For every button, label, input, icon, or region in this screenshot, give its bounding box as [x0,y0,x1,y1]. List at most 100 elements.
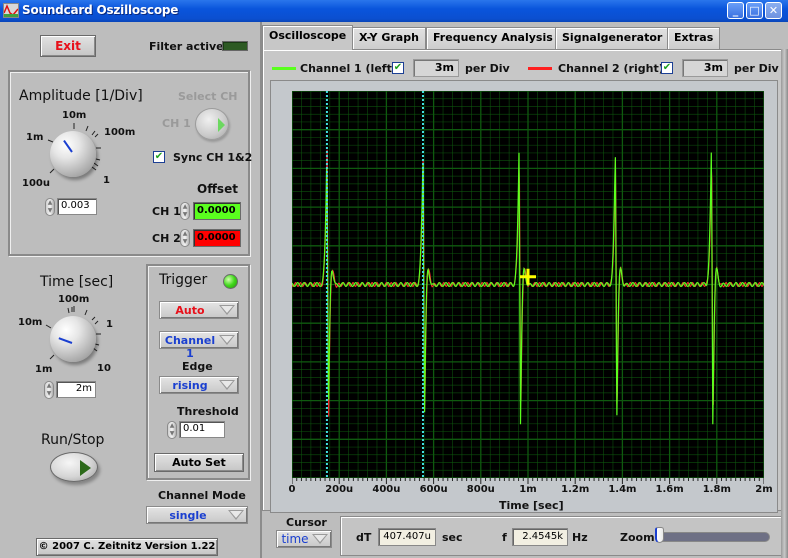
filter-active-label: Filter active [149,40,224,53]
close-icon: ✕ [768,4,779,17]
x-tick-label: 1.4m [608,484,637,495]
cursor-mode-value: time [281,532,309,546]
trigger-edge-value: rising [172,379,208,392]
x-tick-label: 400u [372,484,401,495]
select-ch-label: CH 1 [162,117,191,130]
auto-set-button[interactable]: Auto Set [154,453,244,472]
offset-ch2-label: CH 2 [152,232,181,245]
channel-2-color-swatch [528,67,552,70]
tab-oscilloscope[interactable]: Oscilloscope [262,25,354,50]
trigger-mode-dropdown[interactable]: Auto [159,301,239,319]
x-tick-label: 800u [466,484,495,495]
x-tick-label: 0 [288,484,296,495]
x-axis-label: Time [sec] [499,499,564,512]
time-knob-pointer [58,337,73,344]
offset-ch1-input[interactable]: 0.0000 [193,202,241,220]
channel-1-color-swatch [272,67,296,70]
title-bar: Soundcard Oszilloscope _ □ ✕ [0,0,788,22]
oscilloscope-plot-svg [291,90,765,479]
oscilloscope-plot[interactable] [291,90,765,479]
chevron-down-icon [228,510,244,520]
amplitude-spinner[interactable]: ▲ ▼ [45,198,55,216]
amp-tick-100m: 100m [104,127,136,138]
channel-mode-value: single [169,509,207,522]
app-icon [3,3,19,18]
window-title: Soundcard Oszilloscope [22,3,179,17]
zoom-label: Zoom [620,531,655,544]
channel-mode-dropdown[interactable]: single [146,506,248,524]
amplitude-title: Amplitude [1/Div] [19,88,143,104]
chevron-down-icon [219,380,235,390]
minimize-icon: _ [732,4,739,17]
amplitude-input[interactable]: 0.003 [57,198,97,215]
exit-button[interactable]: Exit [40,35,96,57]
maximize-button[interactable]: □ [746,2,763,19]
cursor-mode-dropdown[interactable]: time [276,530,332,548]
offset-ch2-spinner[interactable]: ▲ ▼ [180,229,190,247]
cursor-label: Cursor [286,516,327,529]
zoom-slider-track[interactable] [655,532,770,542]
run-stop-label: Run/Stop [41,432,105,448]
trigger-channel-dropdown[interactable]: Channel 1 [159,331,239,360]
time-spinner[interactable]: ▲ ▼ [44,381,54,399]
channel-2-per-div-label: per Div [734,62,779,75]
channel-mode-label: Channel Mode [158,489,246,502]
zoom-slider-handle[interactable] [655,527,664,543]
window-right-border [781,49,788,558]
channel-1-per-div[interactable]: 3m [413,59,459,77]
maximize-icon: □ [749,4,760,17]
offset-title: Offset [197,182,238,196]
run-stop-play-icon [80,460,91,476]
time-knob[interactable] [50,316,96,362]
offset-ch1-spinner[interactable]: ▲ ▼ [180,202,190,220]
dt-value: 407.407u [378,528,436,546]
offset-ch2-input[interactable]: 0.0000 [193,229,241,247]
channel-1-label: Channel 1 (left) [300,62,397,75]
chevron-down-icon [219,305,235,315]
channel-2-label: Channel 2 (right) [558,62,664,75]
time-title: Time [sec] [40,274,114,290]
amplitude-knob-pointer [63,139,73,153]
tab-signalgenerator[interactable]: Signalgenerator [555,27,670,49]
copyright-version: © 2007 C. Zeitnitz Version 1.22 [36,538,218,556]
trigger-channel-value: Channel 1 [164,334,216,360]
f-label: f [502,531,507,544]
select-ch-toggle[interactable] [195,108,229,140]
threshold-spinner[interactable]: ▲ ▼ [167,421,177,439]
chevron-down-icon [219,335,235,345]
trigger-title: Trigger [159,272,208,288]
select-ch-play-icon [218,118,225,132]
sync-checkbox[interactable]: ✔ [153,151,165,163]
channel-1-checkbox[interactable]: ✔ [392,62,404,74]
select-ch-title: Select CH [178,90,238,103]
x-tick-label: 1.6m [655,484,684,495]
channel-2-per-div[interactable]: 3m [682,59,728,77]
trigger-edge-dropdown[interactable]: rising [159,376,239,394]
x-tick-label: 600u [419,484,448,495]
x-tick-label: 1.2m [561,484,590,495]
trigger-led [223,274,238,289]
trigger-mode-value: Auto [175,304,205,317]
threshold-input[interactable]: 0.01 [179,421,225,438]
tab-xy-graph[interactable]: X-Y Graph [352,27,426,49]
chevron-down-icon [312,534,328,544]
channel-2-checkbox[interactable]: ✔ [661,62,673,74]
f-unit: Hz [572,531,588,544]
filter-led [222,41,248,51]
amplitude-knob[interactable] [50,131,96,177]
time-input[interactable]: 2m [56,381,96,398]
dt-label: dT [356,531,372,544]
channel-1-per-div-label: per Div [465,62,510,75]
tab-frequency-analysis[interactable]: Frequency Analysis [426,27,560,49]
edge-label: Edge [182,360,213,373]
sync-label: Sync CH 1&2 [173,151,253,164]
close-button[interactable]: ✕ [765,2,782,19]
x-tick-label: 1.8m [702,484,731,495]
x-tick-label: 1m [519,484,537,495]
tab-extras[interactable]: Extras [667,27,721,49]
minimize-button[interactable]: _ [727,2,744,19]
run-stop-button[interactable] [50,452,98,482]
threshold-label: Threshold [177,405,239,418]
x-tick-label: 2m [755,484,773,495]
dt-unit: sec [442,531,463,544]
